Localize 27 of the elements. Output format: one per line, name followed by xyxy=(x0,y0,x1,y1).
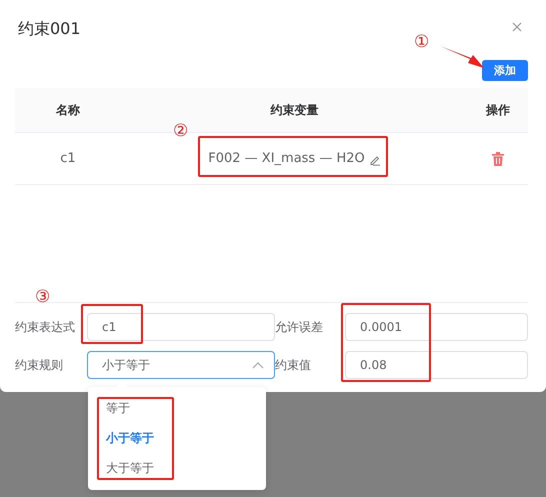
annotation-number: ② xyxy=(173,121,188,141)
edit-icon[interactable] xyxy=(368,154,381,166)
trash-icon[interactable] xyxy=(492,152,504,166)
table-cell-text: c1 xyxy=(59,151,77,166)
field-label: 约束表达式 xyxy=(15,318,76,336)
annotation-arrow xyxy=(440,44,484,70)
column-header: 名称 xyxy=(54,102,81,118)
annotation-box xyxy=(81,304,143,344)
dropdown-option[interactable]: 等于 xyxy=(88,393,266,423)
dropdown-option[interactable]: 大于等于 xyxy=(88,453,266,483)
table-cell: F002 — XI_mass — H2O xyxy=(208,151,365,166)
chevron-icon xyxy=(252,361,264,369)
annotation-number: ① xyxy=(414,32,430,52)
dropdown-option[interactable]: 小于等于 xyxy=(88,423,266,453)
input-field[interactable]: 0.0001 xyxy=(345,313,528,341)
rule-select[interactable]: 小于等于 xyxy=(87,351,275,379)
field-label: 约束值 xyxy=(275,356,312,374)
add-button[interactable]: 添加 xyxy=(482,60,528,81)
column-header: 约束变量 xyxy=(269,102,320,118)
column-header: 操作 xyxy=(484,102,511,118)
field-label: 约束规则 xyxy=(15,356,64,374)
input-field[interactable]: c1 xyxy=(87,313,275,341)
input-field[interactable]: 0.08 xyxy=(345,351,528,379)
dialog-title: 约束001 xyxy=(18,18,81,40)
annotation-number: ③ xyxy=(35,287,50,307)
field-label: 允许误差 xyxy=(275,318,324,336)
close-icon[interactable] xyxy=(512,22,522,32)
